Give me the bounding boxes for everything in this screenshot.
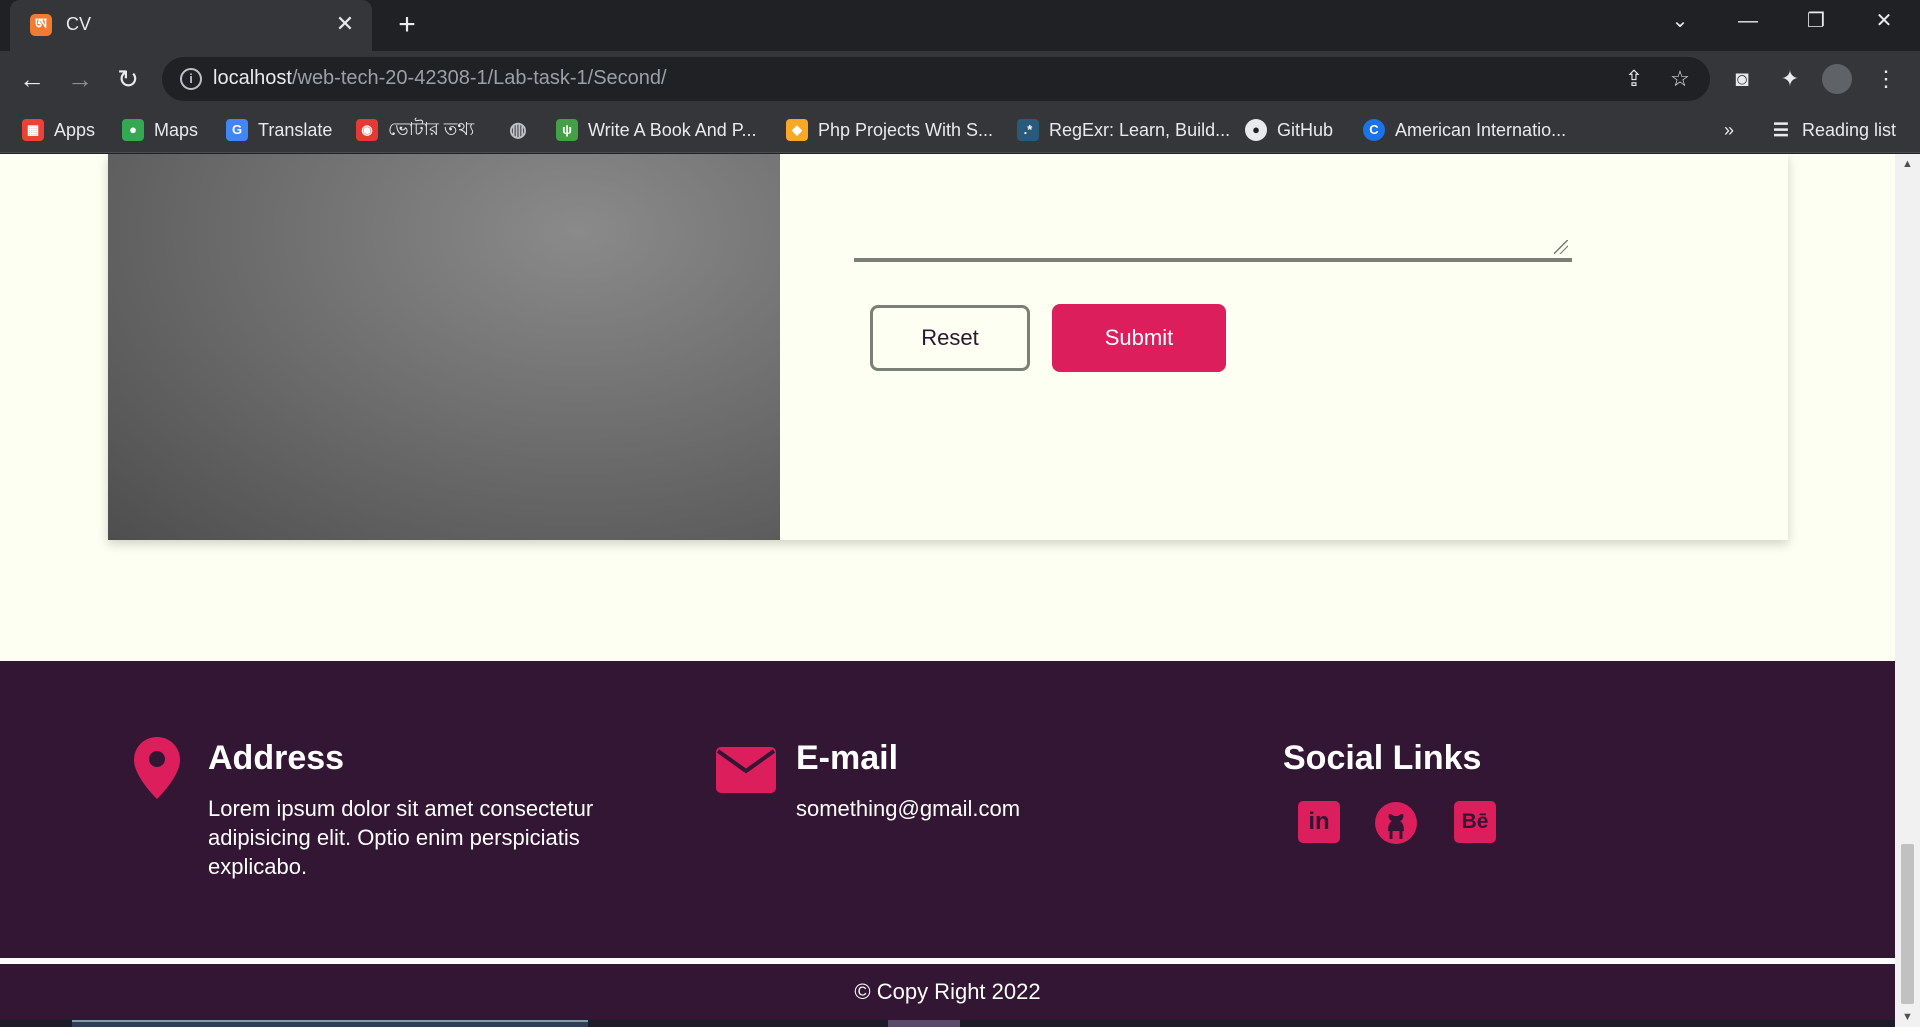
reading-list-icon: ☰	[1772, 120, 1790, 140]
bookmark-american-international[interactable]: C American Internatio...	[1363, 115, 1566, 145]
scroll-down-arrow-icon[interactable]: ▼	[1895, 1007, 1920, 1027]
site-info-icon[interactable]: i	[180, 68, 202, 90]
bookmark-translate[interactable]: G Translate	[226, 115, 332, 145]
bookmark-voter-info[interactable]: ◉ ভোটার তথ্য	[356, 115, 474, 145]
bookmark-apps[interactable]: ▦ Apps	[22, 115, 95, 145]
linkedin-icon[interactable]: in	[1298, 801, 1340, 843]
github-icon: ●	[1245, 119, 1267, 141]
bookmark-regexr[interactable]: .* RegExr: Learn, Build...	[1017, 115, 1230, 145]
envelope-icon	[716, 747, 776, 793]
contact-card: Reset Submit	[108, 154, 1788, 540]
bookmark-globe[interactable]: ◍	[507, 115, 529, 145]
page-scrollbar[interactable]: ▲ ▼	[1895, 154, 1920, 1027]
bookmark-maps[interactable]: ● Maps	[122, 115, 198, 145]
php-icon: ◆	[786, 119, 808, 141]
maps-pin-icon: ●	[122, 119, 144, 141]
address-column: Address Lorem ipsum dolor sit amet conse…	[208, 739, 628, 881]
translate-icon: G	[226, 119, 248, 141]
location-pin-icon	[134, 737, 180, 799]
browser-tab[interactable]: ཨ CV ✕	[10, 0, 372, 51]
bookmark-github[interactable]: ● GitHub	[1245, 115, 1333, 145]
reload-icon[interactable]: ↻	[110, 61, 146, 97]
screen-capture-icon[interactable]: ◙	[1726, 63, 1758, 95]
email-text: something@gmail.com	[796, 796, 1021, 821]
taskbar-item	[72, 1020, 588, 1027]
close-tab-icon[interactable]: ✕	[332, 11, 358, 37]
tab-search-icon[interactable]: ⌄	[1652, 0, 1708, 44]
bookmark-php-projects[interactable]: ◆ Php Projects With S...	[786, 115, 993, 145]
footer-divider	[0, 958, 1895, 964]
browser-titlebar: ཨ CV ✕ + ⌄ — ❐ ✕	[0, 0, 1920, 51]
message-textarea[interactable]	[854, 154, 1572, 262]
reading-list[interactable]: ☰ Reading list	[1770, 115, 1896, 145]
new-tab-icon[interactable]: +	[390, 8, 424, 42]
email-title: E-mail	[796, 739, 899, 777]
url-text[interactable]: localhost/web-tech-20-42308-1/Lab-task-1…	[213, 67, 667, 90]
taskbar-item	[888, 1020, 960, 1027]
share-icon[interactable]: ⇪	[1620, 65, 1648, 93]
contact-photo	[108, 154, 780, 540]
address-bar[interactable]: i localhost/web-tech-20-42308-1/Lab-task…	[162, 57, 1710, 101]
page-viewport: Reset Submit Address Lorem ipsum dolor s…	[0, 154, 1895, 1027]
bookmarks-overflow[interactable]: »	[1724, 115, 1734, 145]
address-title: Address	[208, 739, 345, 777]
back-icon[interactable]: ←	[14, 61, 50, 97]
scrollbar-thumb[interactable]	[1901, 844, 1914, 1004]
bookmarks-bar: ▦ Apps ● Maps G Translate ◉ ভোটার তথ্য ◍…	[0, 107, 1920, 153]
bookmark-star-icon[interactable]: ☆	[1666, 65, 1694, 93]
extensions-icon[interactable]: ✦	[1774, 63, 1806, 95]
menu-kebab-icon[interactable]: ⋮	[1870, 63, 1902, 95]
browser-toolbar: ← → ↻ i localhost/web-tech-20-42308-1/La…	[0, 51, 1920, 107]
minimize-icon[interactable]: —	[1720, 0, 1776, 44]
globe-icon: ◍	[509, 119, 527, 141]
book-icon: ψ	[556, 119, 578, 141]
tab-title: CV	[66, 14, 92, 34]
bookmark-write-a-book[interactable]: ψ Write A Book And P...	[556, 115, 756, 145]
regexr-icon: .*	[1017, 119, 1039, 141]
site-footer: Address Lorem ipsum dolor sit amet conse…	[0, 661, 1895, 1027]
submit-button[interactable]: Submit	[1052, 304, 1226, 372]
behance-icon[interactable]: Bē	[1454, 801, 1496, 843]
github-icon[interactable]	[1374, 801, 1418, 845]
voter-info-icon: ◉	[356, 119, 378, 141]
aiub-icon: C	[1363, 119, 1385, 141]
profile-avatar[interactable]	[1822, 64, 1852, 94]
xampp-icon: ཨ	[30, 14, 52, 36]
address-text: Lorem ipsum dolor sit amet consectetur a…	[208, 796, 594, 879]
social-title: Social Links	[1283, 739, 1482, 777]
email-column: E-mail something@gmail.com	[796, 739, 1156, 823]
resize-handle-icon[interactable]	[1554, 240, 1568, 254]
copyright-text: © Copy Right 2022	[854, 979, 1041, 1004]
reset-button[interactable]: Reset	[870, 305, 1030, 371]
close-window-icon[interactable]: ✕	[1856, 0, 1912, 44]
taskbar-edge	[0, 1020, 1895, 1027]
forward-icon[interactable]: →	[62, 61, 98, 97]
apps-grid-icon: ▦	[22, 119, 44, 141]
scroll-up-arrow-icon[interactable]: ▲	[1895, 154, 1920, 174]
social-column: Social Links	[1283, 739, 1583, 778]
restore-icon[interactable]: ❐	[1788, 0, 1844, 44]
